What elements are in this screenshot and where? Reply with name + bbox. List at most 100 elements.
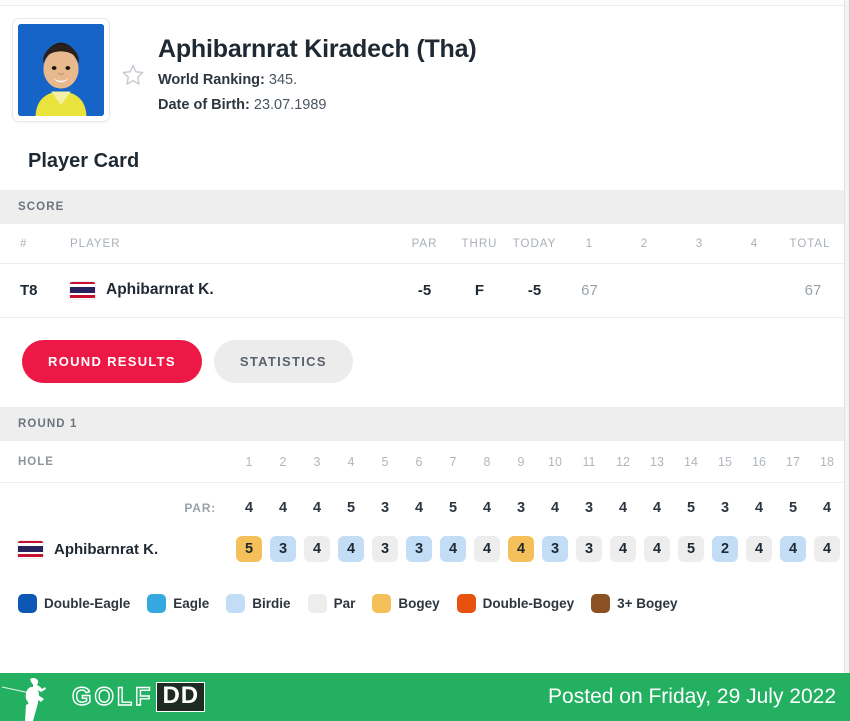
tab-round-results[interactable]: ROUND RESULTS	[22, 340, 202, 383]
par-value-hole-17: 5	[788, 500, 798, 516]
date-of-birth-value: 23.07.1989	[253, 97, 327, 114]
score-cell-hole-6: 3	[402, 530, 436, 578]
round-section-band: ROUND 1	[0, 407, 844, 441]
score-cell-hole-14: 5	[674, 530, 708, 578]
row-today: -5	[507, 263, 562, 318]
score-pill-birdie: 4	[780, 536, 806, 562]
golfer-swing-icon	[0, 673, 72, 721]
hole-number-5: 5	[368, 441, 402, 483]
star-outline-icon	[122, 64, 144, 85]
legend-item-bogey: Bogey	[372, 594, 440, 613]
score-pill-par: 3	[576, 536, 602, 562]
row-round-4	[727, 263, 782, 318]
score-cell-hole-15: 2	[708, 530, 742, 578]
legend-label: Double-Eagle	[44, 596, 131, 611]
score-pill-par: 4	[304, 536, 330, 562]
row-position: T8	[0, 263, 58, 318]
legend-swatch-icon	[147, 594, 167, 613]
score-cell-hole-1: 5	[232, 530, 266, 578]
score-cell-hole-2: 3	[266, 530, 300, 578]
score-pill-par: 4	[644, 536, 670, 562]
par-value-hole-13: 4	[652, 500, 662, 516]
par-value-hole-3: 4	[312, 500, 322, 516]
par-value-hole-10: 4	[550, 500, 560, 516]
site-footer: GOLF DD Posted on Friday, 29 July 2022	[0, 673, 850, 721]
hole-number-11: 11	[572, 441, 606, 483]
row-total: 67	[782, 263, 844, 318]
score-pill-birdie: 3	[270, 536, 296, 562]
par-value-hole-16: 4	[754, 500, 764, 516]
favorite-star-button[interactable]	[116, 62, 150, 88]
row-round-1: 67	[562, 263, 617, 318]
hole-number-6: 6	[402, 441, 436, 483]
hole-number-16: 16	[742, 441, 776, 483]
scorecard-score-row: Aphibarnrat K. 534433444334452444	[0, 530, 844, 578]
world-ranking-label: World Ranking:	[158, 72, 265, 88]
score-pill-birdie: 4	[338, 536, 364, 562]
score-pill-bogey: 5	[236, 536, 262, 562]
score-cell-hole-4: 4	[334, 530, 368, 578]
scorecard-par-row: PAR: 4 4 4 5 3 4 5 4 3 4 3 4 4 5 3 4 5 4	[0, 483, 844, 531]
score-cell-hole-7: 4	[436, 530, 470, 578]
legend-swatch-icon	[591, 594, 611, 613]
world-ranking-value: 345.	[268, 72, 298, 88]
score-pill-birdie: 3	[406, 536, 432, 562]
par-value-hole-15: 3	[720, 500, 730, 516]
score-cell-hole-18: 4	[810, 530, 844, 578]
legend-swatch-icon	[456, 594, 476, 613]
hole-number-18: 18	[810, 441, 844, 483]
legend-label: Eagle	[173, 596, 210, 611]
score-table-header-row: # PLAYER PAR THRU TODAY 1 2 3 4 TOTAL	[0, 224, 844, 264]
score-cell-hole-8: 4	[470, 530, 504, 578]
hole-number-1: 1	[232, 441, 266, 483]
table-row[interactable]: T8 Aphibarnrat K. -5 F -5 67 67	[0, 263, 844, 318]
legend-label: Par	[333, 596, 356, 611]
hole-number-2: 2	[266, 441, 300, 483]
posted-date: Posted on Friday, 29 July 2022	[548, 685, 836, 708]
par-value-hole-11: 3	[584, 500, 594, 516]
page-title: Player Card	[28, 150, 140, 172]
score-pill-birdie: 4	[440, 536, 466, 562]
hole-number-9: 9	[504, 441, 538, 483]
row-par: -5	[397, 263, 452, 318]
row-player-name: Aphibarnrat K.	[106, 281, 214, 298]
legend-item-3-bogey: 3+ Bogey	[591, 594, 678, 613]
legend-item-double-eagle: Double-Eagle	[18, 594, 130, 613]
legend-swatch-icon	[307, 594, 327, 613]
scorecard-hole-row: HOLE 1 2 3 4 5 6 7 8 9 10 11 12 13 14 15 16 17 18	[0, 441, 844, 483]
score-cell-hole-10: 3	[538, 530, 572, 578]
page-scrollbar[interactable]	[844, 0, 850, 673]
thailand-flag-icon	[18, 540, 43, 558]
date-of-birth-label: Date of Birth:	[158, 97, 250, 114]
score-col-player: PLAYER	[58, 224, 397, 264]
row-round-3	[672, 263, 727, 318]
par-value-hole-12: 4	[618, 500, 628, 516]
par-value-hole-8: 4	[482, 500, 492, 516]
score-cell-hole-12: 4	[606, 530, 640, 578]
tab-statistics[interactable]: STATISTICS	[213, 340, 353, 383]
legend-item-eagle: Eagle	[147, 594, 209, 613]
score-cell-hole-16: 4	[742, 530, 776, 578]
score-col-thru: THRU	[452, 224, 507, 264]
legend-item-birdie: Birdie	[226, 594, 291, 613]
hole-label: HOLE	[0, 441, 232, 483]
hole-number-14: 14	[674, 441, 708, 483]
legend-label: Bogey	[398, 596, 440, 611]
hole-number-15: 15	[708, 441, 742, 483]
row-player: Aphibarnrat K.	[58, 263, 397, 318]
score-col-position: #	[0, 224, 58, 264]
hole-number-17: 17	[776, 441, 810, 483]
logo-dd-text: DD	[156, 682, 206, 712]
score-cell-hole-3: 4	[300, 530, 334, 578]
par-value-hole-1: 4	[244, 500, 254, 516]
score-legend: Double-Eagle Eagle Birdie Par Bogey Double-Bo…	[0, 578, 844, 613]
player-name: Aphibarnrat Kiradech (Tha)	[158, 35, 477, 63]
score-cell-hole-5: 3	[368, 530, 402, 578]
player-card-viewport: Aphibarnrat Kiradech (Tha) World Ranking…	[0, 0, 844, 673]
scorecard-player-name: Aphibarnrat K.	[54, 540, 159, 558]
score-table: # PLAYER PAR THRU TODAY 1 2 3 4 TOTAL T8	[0, 224, 844, 318]
par-label: PAR:	[184, 501, 216, 515]
score-pill-birdie: 3	[542, 536, 568, 562]
score-cell-hole-11: 3	[572, 530, 606, 578]
par-value-hole-7: 5	[448, 500, 458, 516]
